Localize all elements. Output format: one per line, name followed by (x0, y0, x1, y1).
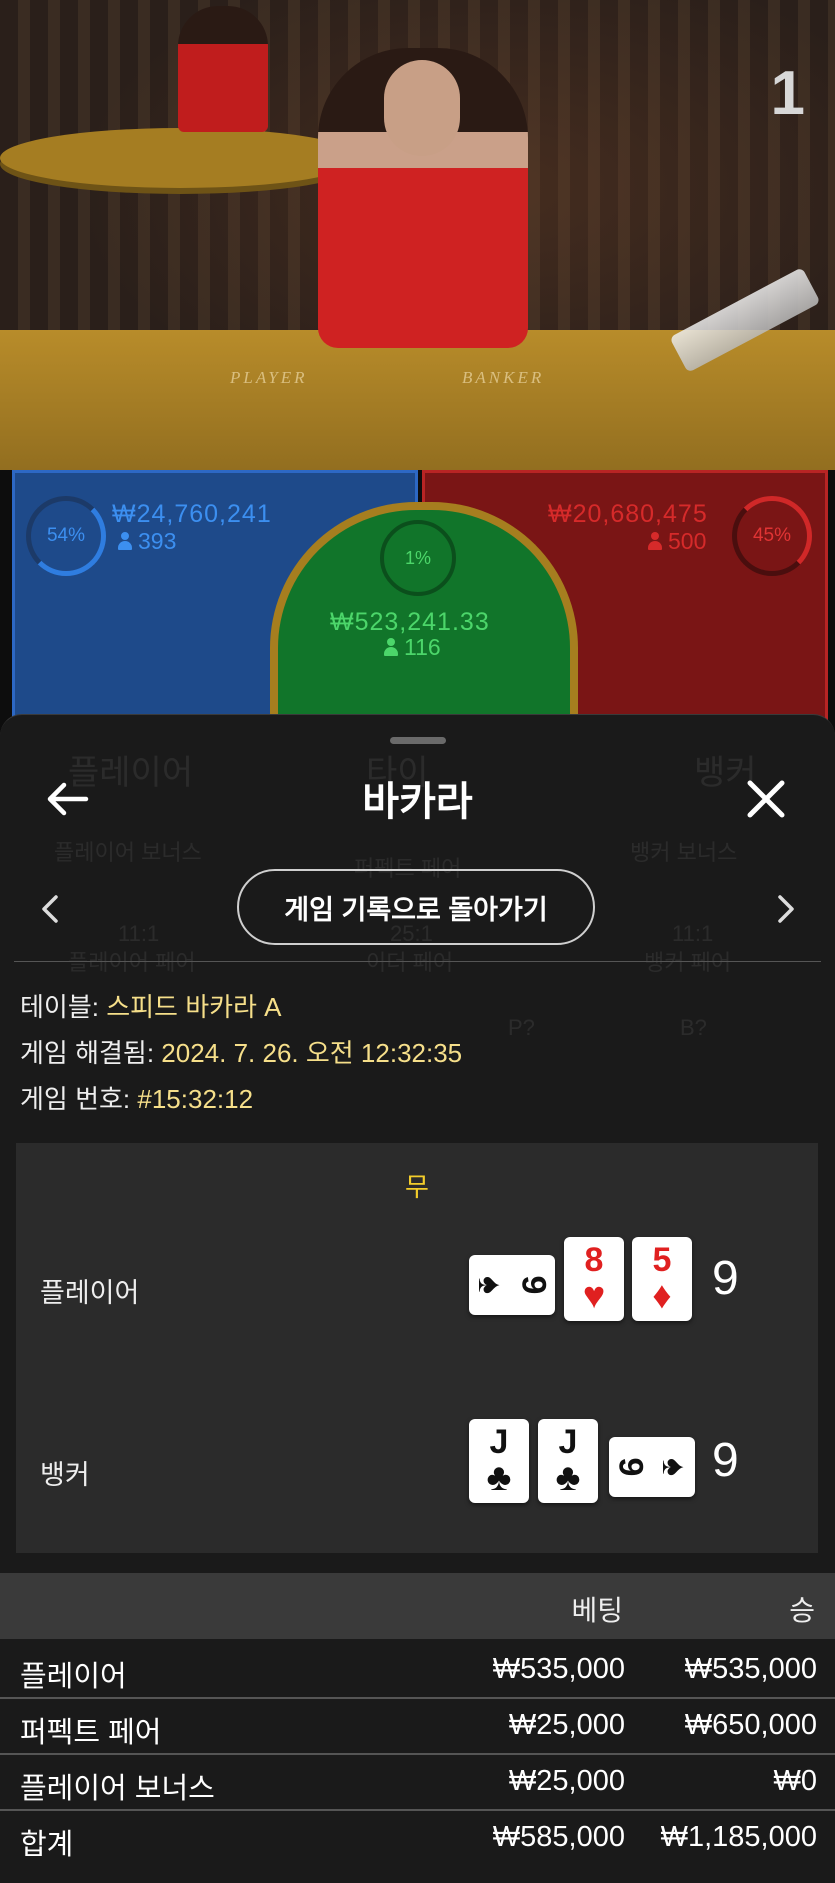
chevron-right-icon (778, 895, 794, 923)
game-navigation: 게임 기록으로 돌아가기 (0, 867, 835, 951)
player-card-1-rank: 9 (514, 1275, 553, 1295)
tie-percent-ring: 1% (380, 520, 456, 596)
banker-card-2-suit: ♣ (555, 1457, 581, 1499)
total-bet-amount: ₩585,000 (492, 1821, 625, 1853)
round-result-panel: 무 플레이어 ♠ 9 8 ♥ 5 ♦ 9 뱅커 J ♣ J ♣ 9 ♠ 9 (16, 1143, 818, 1553)
banker-bettor-count-value: 500 (668, 528, 707, 554)
next-game-button[interactable] (768, 889, 804, 929)
table-info: 테이블: 스피드 바카라 A (20, 987, 282, 1024)
bets-table-header: 베팅 승 (0, 1573, 835, 1639)
ghost-prediction-banker: B? (680, 1015, 707, 1040)
total-label: 합계 (20, 1829, 74, 1861)
win-amount: ₩650,000 (684, 1709, 817, 1741)
resolved-info: 게임 해결됨: 2024. 7. 26. 오전 12:32:35 (20, 1033, 462, 1070)
player-card-3-suit: ♦ (652, 1275, 672, 1317)
divider (14, 961, 821, 962)
banker-card-1-suit: ♣ (486, 1457, 512, 1499)
player-percent: 54% (46, 525, 86, 546)
banker-hand-label: 뱅커 (40, 1460, 90, 1490)
bet-amount: ₩25,000 (508, 1709, 625, 1741)
banker-bettor-count: 500 (648, 528, 706, 555)
bet-name: 퍼펙트 페어 (20, 1717, 162, 1749)
win-amount: ₩535,000 (684, 1653, 817, 1685)
total-row: 합계 ₩585,000 ₩1,185,000 (0, 1809, 835, 1865)
player-bettor-count: 393 (118, 528, 176, 555)
banker-card-3: 9 ♠ (609, 1437, 695, 1497)
banker-total-amount: ₩20,680,475 (548, 500, 708, 528)
previous-game-button[interactable] (32, 889, 68, 929)
background-table (0, 128, 360, 188)
game-number-label: 게임 번호: (20, 1084, 131, 1114)
banker-percent-ring: 45% (732, 496, 812, 576)
banker-card-2: J ♣ (538, 1419, 598, 1503)
banker-card-3-suit: ♠ (654, 1457, 693, 1477)
tie-percent: 1% (404, 547, 431, 568)
table-info-label: 테이블: (20, 992, 99, 1022)
outcome-label: 무 (405, 1172, 429, 1202)
background-dealer (178, 6, 268, 132)
game-number-info: 게임 번호: #15:32:12 (20, 1079, 253, 1116)
player-score: 9 (712, 1252, 739, 1305)
round-indicator: 1 (770, 59, 805, 128)
user-icon (648, 532, 662, 550)
resolved-info-label: 게임 해결됨: (20, 1038, 155, 1068)
close-icon (747, 780, 785, 818)
ghost-side-bet-1: 플레이어 보너스 (54, 840, 202, 865)
banker-card-2-rank: J (558, 1423, 578, 1461)
banker-card-3-rank: 9 (611, 1457, 650, 1477)
player-total-amount: ₩24,760,241 (112, 500, 272, 528)
bet-amount: ₩25,000 (508, 1765, 625, 1797)
player-card-3-rank: 5 (652, 1241, 672, 1279)
table-row: 플레이어 ₩535,000 ₩535,000 (0, 1641, 835, 1699)
user-icon (384, 638, 398, 656)
game-number-value: #15:32:12 (137, 1084, 254, 1114)
win-column-header: 승 (789, 1595, 815, 1626)
player-hand-label: 플레이어 (40, 1278, 140, 1308)
dealer-face (384, 60, 460, 156)
table-label-banker: BANKER (462, 368, 545, 387)
tie-bettor-count: 116 (384, 634, 441, 661)
player-percent-ring: 54% (26, 496, 106, 576)
win-amount: ₩0 (773, 1765, 818, 1797)
return-to-history-button[interactable]: 게임 기록으로 돌아가기 (237, 869, 595, 945)
table-label-player: PLAYER (230, 368, 308, 387)
close-button[interactable] (736, 769, 796, 829)
total-win-amount: ₩1,185,000 (660, 1821, 817, 1853)
player-card-2-rank: 8 (584, 1241, 604, 1279)
player-card-2: 8 ♥ (564, 1237, 624, 1321)
player-card-3: 5 ♦ (632, 1237, 692, 1321)
resolved-info-value: 2024. 7. 26. 오전 12:32:35 (161, 1038, 463, 1068)
table-info-value: 스피드 바카라 A (106, 992, 282, 1022)
banker-card-1: J ♣ (469, 1419, 529, 1503)
bet-amount: ₩535,000 (492, 1653, 625, 1685)
bet-name: 플레이어 보너스 (20, 1773, 215, 1805)
player-bettor-count-value: 393 (138, 528, 177, 554)
banker-score: 9 (712, 1434, 739, 1487)
player-card-1-suit: ♠ (471, 1275, 510, 1295)
drag-handle[interactable] (390, 737, 446, 744)
banker-percent: 45% (752, 525, 792, 546)
chevron-left-icon (42, 895, 58, 923)
sheet-title: 바카라 (362, 780, 473, 824)
player-card-1: ♠ 9 (469, 1255, 555, 1315)
bet-name: 플레이어 (20, 1661, 127, 1693)
user-icon (118, 532, 132, 550)
tie-total-amount: ₩523,241.33 (330, 608, 490, 636)
table-row: 플레이어 보너스 ₩25,000 ₩0 (0, 1753, 835, 1811)
table-row: 퍼펙트 페어 ₩25,000 ₩650,000 (0, 1697, 835, 1755)
tie-bettor-count-value: 116 (404, 634, 441, 660)
live-video-stream: PLAYER BANKER 1 (0, 0, 835, 470)
banker-card-1-rank: J (489, 1423, 509, 1461)
game-detail-sheet: 플레이어 타이 뱅커 플레이어 보너스 퍼펙트 페어 뱅커 보너스 11:1 2… (0, 714, 835, 1883)
player-card-2-suit: ♥ (582, 1275, 606, 1317)
bet-column-header: 베팅 (571, 1595, 623, 1626)
ghost-side-bet-3: 뱅커 보너스 (630, 840, 738, 865)
ghost-prediction-player: P? (508, 1015, 535, 1040)
